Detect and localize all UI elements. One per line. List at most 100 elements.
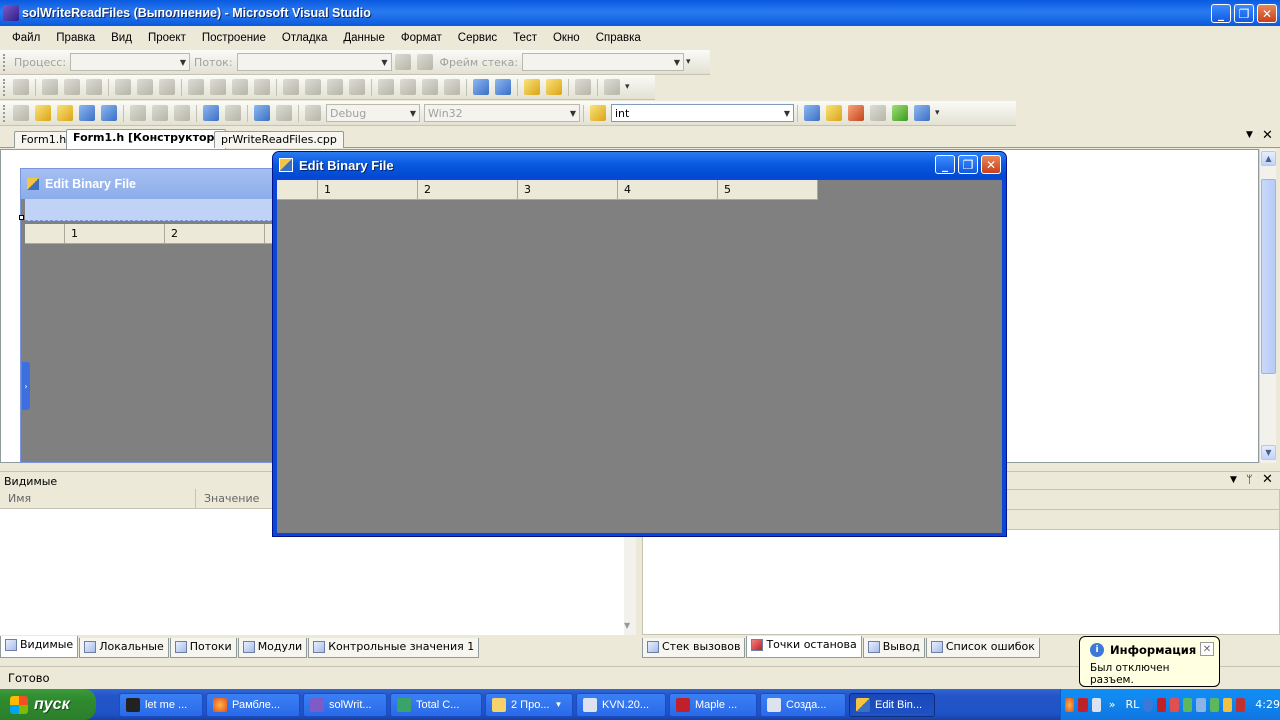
find-combo[interactable]: int ▼: [611, 104, 794, 122]
edit-binary-file-window[interactable]: Edit Binary File _ ❐ ✕ 1 2 3 4 5: [272, 151, 1007, 537]
tab-list-icon[interactable]: ▼: [1246, 130, 1253, 140]
platform-combo[interactable]: Win32 ▼: [424, 104, 580, 122]
tray-icon[interactable]: [1236, 697, 1246, 712]
dialog-minimize-button[interactable]: _: [935, 155, 955, 174]
tab-error-list[interactable]: Список ошибок: [925, 638, 1040, 658]
tab-autos[interactable]: Видимые: [0, 636, 79, 658]
dialog-maximize-button[interactable]: ❐: [958, 155, 978, 174]
increase-spacing-icon[interactable]: [305, 79, 321, 95]
language-indicator[interactable]: RL: [1125, 698, 1139, 711]
undo-icon[interactable]: [203, 105, 219, 121]
paste-icon[interactable]: [174, 105, 190, 121]
tray-icon[interactable]: [1209, 697, 1219, 712]
menu-debug[interactable]: Отладка: [274, 32, 335, 44]
decrease-vspacing-icon[interactable]: [422, 79, 438, 95]
scroll-down-icon[interactable]: ▼: [624, 621, 630, 630]
navigate-forward-icon[interactable]: [276, 105, 292, 121]
close-panel-icon[interactable]: ✕: [1262, 472, 1273, 487]
align-rights-icon[interactable]: [86, 79, 102, 95]
taskbar-item-active[interactable]: Edit Bin...: [849, 692, 935, 717]
redo-icon[interactable]: [225, 105, 241, 121]
horizontal-spacing-icon[interactable]: [283, 79, 299, 95]
designer-form[interactable]: Edit Binary File 1 2: [20, 168, 274, 463]
collapse-handle-icon[interactable]: ›: [22, 362, 30, 410]
start-debugging-icon[interactable]: [305, 105, 321, 121]
configuration-combo[interactable]: Debug ▼: [326, 104, 420, 122]
notification-balloon[interactable]: i Информация ✕ Был отключен разъем.: [1079, 636, 1220, 687]
tab-output[interactable]: Вывод: [862, 638, 925, 658]
tray-back-icon[interactable]: [1143, 697, 1153, 712]
tab-modules[interactable]: Модули: [237, 638, 308, 658]
menu-view[interactable]: Вид: [103, 32, 140, 44]
open-file-icon[interactable]: [57, 105, 73, 121]
menu-project[interactable]: Проект: [140, 32, 194, 44]
designer-vertical-scrollbar[interactable]: ▲ ▼: [1259, 149, 1276, 463]
filter-icon[interactable]: [394, 54, 411, 70]
taskbar-item[interactable]: Maple ...: [669, 692, 757, 717]
toolbar-grip[interactable]: [3, 78, 6, 96]
menu-build[interactable]: Построение: [194, 32, 274, 44]
balloon-close-icon[interactable]: ✕: [1200, 642, 1214, 656]
minimize-button[interactable]: _: [1211, 4, 1231, 23]
find-in-files-icon[interactable]: [590, 105, 606, 121]
align-lefts-icon[interactable]: [42, 79, 58, 95]
align-middles-icon[interactable]: [137, 79, 153, 95]
start-button[interactable]: пуск: [0, 689, 96, 720]
bring-to-front-icon[interactable]: [524, 79, 540, 95]
tray-icon[interactable]: [1169, 697, 1180, 712]
size-to-grid-icon[interactable]: [254, 79, 270, 95]
same-width-icon[interactable]: [188, 79, 204, 95]
column-header[interactable]: 2: [418, 180, 518, 200]
panel-menu-icon[interactable]: ▼: [1230, 475, 1237, 485]
toolbar-overflow-icon[interactable]: ▾: [935, 108, 940, 118]
toolbox-icon[interactable]: [870, 105, 886, 121]
object-browser-icon[interactable]: [848, 105, 864, 121]
tray-expand-icon[interactable]: »: [1109, 698, 1116, 711]
clock[interactable]: 4:29: [1255, 698, 1280, 711]
tab-order-icon[interactable]: [575, 79, 591, 95]
column-header[interactable]: 4: [618, 180, 718, 200]
thread-combo[interactable]: ▼: [236, 53, 392, 71]
firefox-tray-icon[interactable]: [1065, 697, 1075, 712]
align-bottoms-icon[interactable]: [159, 79, 175, 95]
tab-prwritereadfiles-cpp[interactable]: prWriteReadFiles.cpp: [214, 131, 344, 148]
align-tops-icon[interactable]: [115, 79, 131, 95]
menu-help[interactable]: Справка: [588, 32, 649, 44]
increase-vspacing-icon[interactable]: [400, 79, 416, 95]
dialog-close-button[interactable]: ✕: [981, 155, 1001, 174]
toolbar-overflow-icon[interactable]: ▾: [686, 57, 691, 67]
save-all-icon[interactable]: [101, 105, 117, 121]
toolbar-grip[interactable]: [3, 104, 6, 122]
tab-locals[interactable]: Локальные: [79, 638, 169, 658]
scroll-down-icon[interactable]: ▼: [1261, 445, 1276, 460]
column-header[interactable]: 3: [518, 180, 618, 200]
start-page-icon[interactable]: [892, 105, 908, 121]
save-icon[interactable]: [79, 105, 95, 121]
same-size-icon[interactable]: [232, 79, 248, 95]
tab-threads[interactable]: Потоки: [169, 638, 237, 658]
center-vertically-icon[interactable]: [495, 79, 511, 95]
network-icon[interactable]: [1196, 697, 1206, 712]
close-button[interactable]: ✕: [1257, 4, 1277, 23]
close-document-icon[interactable]: ✕: [1262, 128, 1273, 143]
new-project-icon[interactable]: [13, 105, 29, 121]
properties-icon[interactable]: [826, 105, 842, 121]
flag-icon[interactable]: [416, 54, 433, 70]
menu-format[interactable]: Формат: [393, 32, 450, 44]
tab-form1-designer[interactable]: Form1.h [Конструктор]: [66, 129, 227, 149]
toolbar-overflow-icon[interactable]: ▾: [625, 82, 630, 92]
taskbar-item[interactable]: KVN.20...: [576, 692, 666, 717]
send-to-back-icon[interactable]: [546, 79, 562, 95]
decrease-spacing-icon[interactable]: [327, 79, 343, 95]
command-window-icon[interactable]: [914, 105, 930, 121]
vertical-spacing-icon[interactable]: [378, 79, 394, 95]
scroll-up-icon[interactable]: ▲: [1261, 151, 1276, 166]
align-to-grid-icon[interactable]: [13, 79, 29, 95]
taskbar-item[interactable]: let me ...: [119, 692, 203, 717]
remove-vspacing-icon[interactable]: [444, 79, 460, 95]
tab-call-stack[interactable]: Стек вызовов: [642, 638, 746, 658]
window-titlebar[interactable]: solWriteReadFiles (Выполнение) - Microso…: [0, 0, 1280, 26]
add-item-icon[interactable]: [35, 105, 51, 121]
column-header[interactable]: 5: [718, 180, 818, 200]
stackframe-combo[interactable]: ▼: [522, 53, 685, 71]
